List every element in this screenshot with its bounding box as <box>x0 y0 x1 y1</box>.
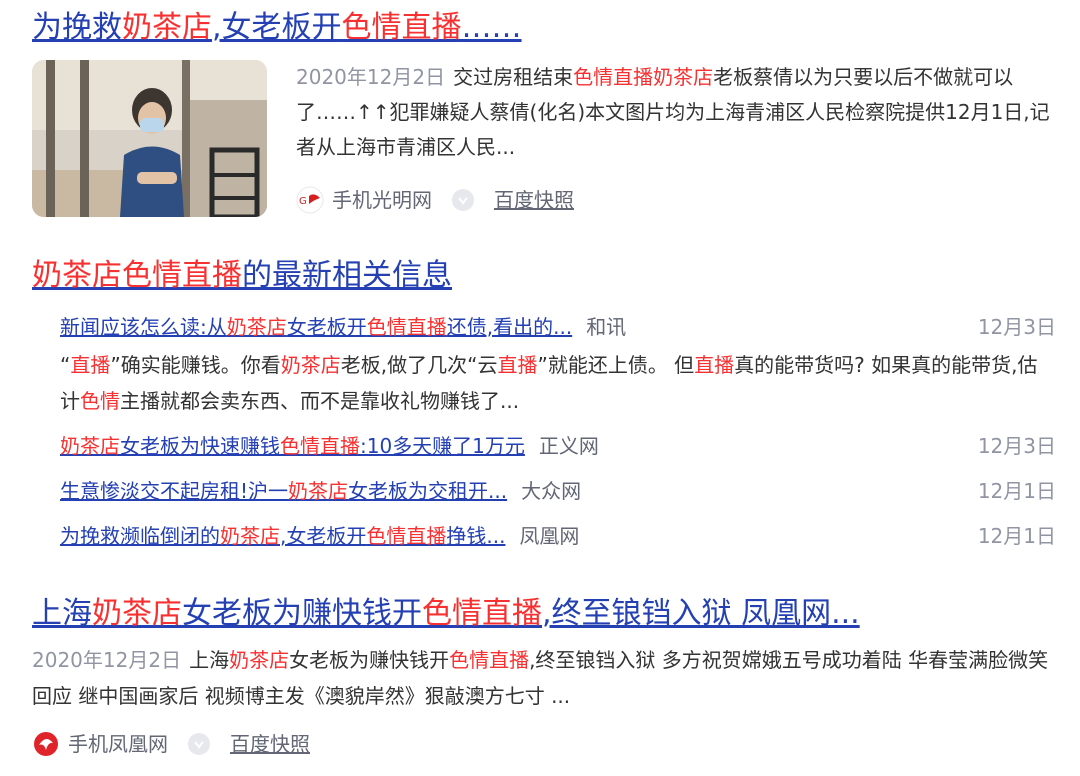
link-highlight: 奶茶店 <box>288 479 349 503</box>
result-source[interactable]: 手机凤凰网 <box>68 730 168 758</box>
news-source: 大众网 <box>521 479 582 503</box>
result-date: 2020年12月2日 <box>32 648 182 672</box>
ifeng-logo-icon <box>32 730 60 758</box>
link-highlight: 奶茶店 <box>220 524 280 548</box>
abstract-text: 老板,做了几次“云 <box>340 353 498 377</box>
abstract-text: ”确实能赚钱。你看 <box>110 353 281 377</box>
news-date: 12月1日 <box>977 524 1056 548</box>
news-source: 和讯 <box>586 315 627 339</box>
title-text: 的最新相关信息 <box>242 258 452 293</box>
news-link[interactable]: 为挽救濒临倒闭的奶茶店,女老板开色情直播挣钱... <box>60 524 505 548</box>
news-photo-thumbnail[interactable] <box>32 60 267 217</box>
title-highlight: 奶茶店色情直播 <box>32 258 242 293</box>
title-highlight: 色情直播 <box>341 10 462 45</box>
news-item: 为挽救濒临倒闭的奶茶店,女老板开色情直播挣钱... 凤凰网 12月1日 <box>60 521 1056 551</box>
link-highlight: 色情直播 <box>366 524 447 548</box>
news-abstract: “直播”确实能赚钱。你看奶茶店老板,做了几次“云直播”就能还上债。 但直播真的能… <box>60 347 1056 419</box>
abstract-highlight: 色情 <box>80 389 120 413</box>
title-text: …… <box>461 10 522 45</box>
svg-text:G: G <box>299 196 307 207</box>
result-source[interactable]: 手机光明网 <box>332 186 432 214</box>
title-text: 上海 <box>32 596 92 631</box>
news-date: 12月3日 <box>977 315 1056 339</box>
news-source: 凤凰网 <box>519 524 580 548</box>
news-item: 奶茶店女老板为快速赚钱色情直播:10多天赚了1万元 正义网 12月3日 <box>60 431 1056 461</box>
abstract-text: 交过房租结束 <box>453 65 574 89</box>
title-highlight: 奶茶店 <box>92 596 182 631</box>
news-block-heading[interactable]: 奶茶店色情直播的最新相关信息 <box>32 256 452 296</box>
guangming-logo-icon: G <box>296 186 324 214</box>
news-item: 新闻应该怎么读:从奶茶店女老板开色情直播还债,看出的... 和讯 12月3日 <box>60 312 1056 342</box>
snapshot-link[interactable]: 百度快照 <box>494 186 574 214</box>
title-text: 女老板为赚快钱开 <box>182 596 422 631</box>
abstract-text: ,终至锒铛入狱 多方祝贺嫦娥五号成功着陆 华春莹满脸微笑回应 继中国画家后 视频… <box>32 648 1049 708</box>
news-link[interactable]: 新闻应该怎么读:从奶茶店女老板开色情直播还债,看出的... <box>60 315 572 339</box>
title-text: ,女老板开 <box>212 10 342 45</box>
trust-shield-icon[interactable] <box>452 189 474 211</box>
link-text: 女老板为快速赚钱 <box>120 434 280 458</box>
link-text: :10多天赚了1万元 <box>360 434 525 458</box>
link-text: 为挽救濒临倒闭的 <box>60 524 220 548</box>
abstract-text: ”就能还上债。 但 <box>537 353 695 377</box>
result-date: 2020年12月2日 <box>296 65 446 89</box>
title-highlight: 色情直播 <box>422 596 542 631</box>
result-title-1[interactable]: 为挽救奶茶店,女老板开色情直播…… <box>32 8 522 48</box>
news-date: 12月3日 <box>977 434 1056 458</box>
link-highlight: 色情直播 <box>366 315 447 339</box>
abstract-text: 上海 <box>189 648 230 672</box>
search-results-page: 为挽救奶茶店,女老板开色情直播…… 2020年12月2日 交过房租结束色情直播奶茶… <box>0 0 1080 776</box>
result-source-row-3: 手机凤凰网 百度快照 <box>32 730 310 758</box>
result-abstract-3: 2020年12月2日 上海奶茶店女老板为赚快钱开色情直播,终至锒铛入狱 多方祝贺嫦… <box>32 642 1056 714</box>
title-text: 为挽救 <box>32 10 122 45</box>
abstract-highlight: 直播 <box>70 353 111 377</box>
abstract-highlight: 奶茶店 <box>280 353 341 377</box>
news-link[interactable]: 生意惨淡交不起房租!沪一奶茶店女老板为交租开... <box>60 479 507 503</box>
abstract-text: “ <box>60 353 71 377</box>
abstract-highlight: 色情直播 <box>449 648 530 672</box>
result-source-row-1: G 手机光明网 百度快照 <box>296 186 574 214</box>
link-text: 新闻应该怎么读:从 <box>60 315 227 339</box>
news-date: 12月1日 <box>977 479 1056 503</box>
link-text: 女老板为交租开... <box>348 479 508 503</box>
abstract-highlight: 色情直播奶茶店 <box>573 65 714 89</box>
link-highlight: 奶茶店 <box>60 434 120 458</box>
link-text: 挣钱... <box>446 524 506 548</box>
link-text: ,女老板开 <box>280 524 367 548</box>
abstract-highlight: 直播 <box>694 353 735 377</box>
title-highlight: 奶茶店 <box>122 10 212 45</box>
link-highlight: 奶茶店 <box>226 315 287 339</box>
result-title-3[interactable]: 上海奶茶店女老板为赚快钱开色情直播,终至锒铛入狱 凤凰网... <box>32 594 860 634</box>
snapshot-link[interactable]: 百度快照 <box>230 730 310 758</box>
result-abstract-1: 2020年12月2日 交过房租结束色情直播奶茶店老板蔡倩以为只要以后不做就可以了…… <box>296 60 1056 165</box>
title-text: ,终至锒铛入狱 凤凰网... <box>542 596 860 631</box>
trust-shield-icon[interactable] <box>188 733 210 755</box>
news-link[interactable]: 奶茶店女老板为快速赚钱色情直播:10多天赚了1万元 <box>60 434 525 458</box>
abstract-highlight: 奶茶店 <box>229 648 290 672</box>
abstract-highlight: 直播 <box>497 353 538 377</box>
news-item: 生意惨淡交不起房租!沪一奶茶店女老板为交租开... 大众网 12月1日 <box>60 476 1056 506</box>
link-text: 还债,看出的... <box>446 315 573 339</box>
link-text: 生意惨淡交不起房租!沪一 <box>60 479 289 503</box>
link-text: 女老板开 <box>286 315 367 339</box>
abstract-text: 女老板为赚快钱开 <box>289 648 450 672</box>
link-highlight: 色情直播 <box>280 434 360 458</box>
news-source: 正义网 <box>538 434 599 458</box>
abstract-text: 主播就都会卖东西、而不是靠收礼物赚钱了... <box>120 389 520 413</box>
